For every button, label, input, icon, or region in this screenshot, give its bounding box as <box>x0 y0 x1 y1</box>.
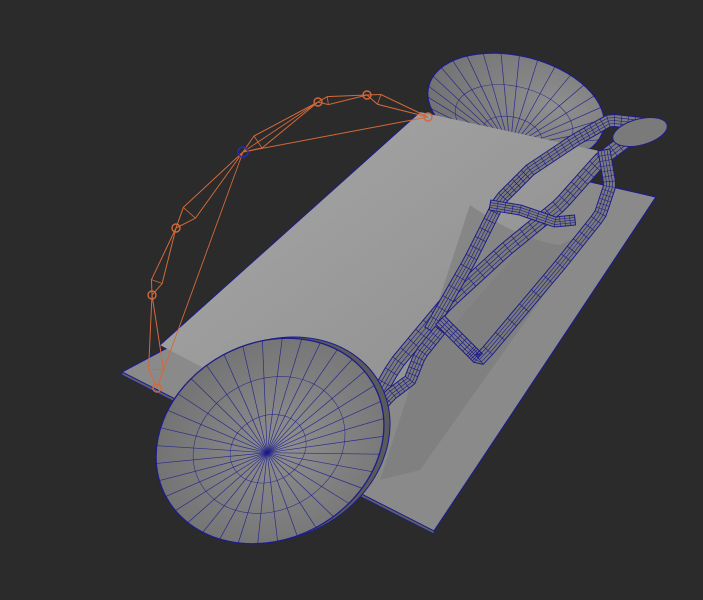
3d-viewport[interactable] <box>0 0 703 600</box>
scene-canvas[interactable] <box>0 0 703 600</box>
